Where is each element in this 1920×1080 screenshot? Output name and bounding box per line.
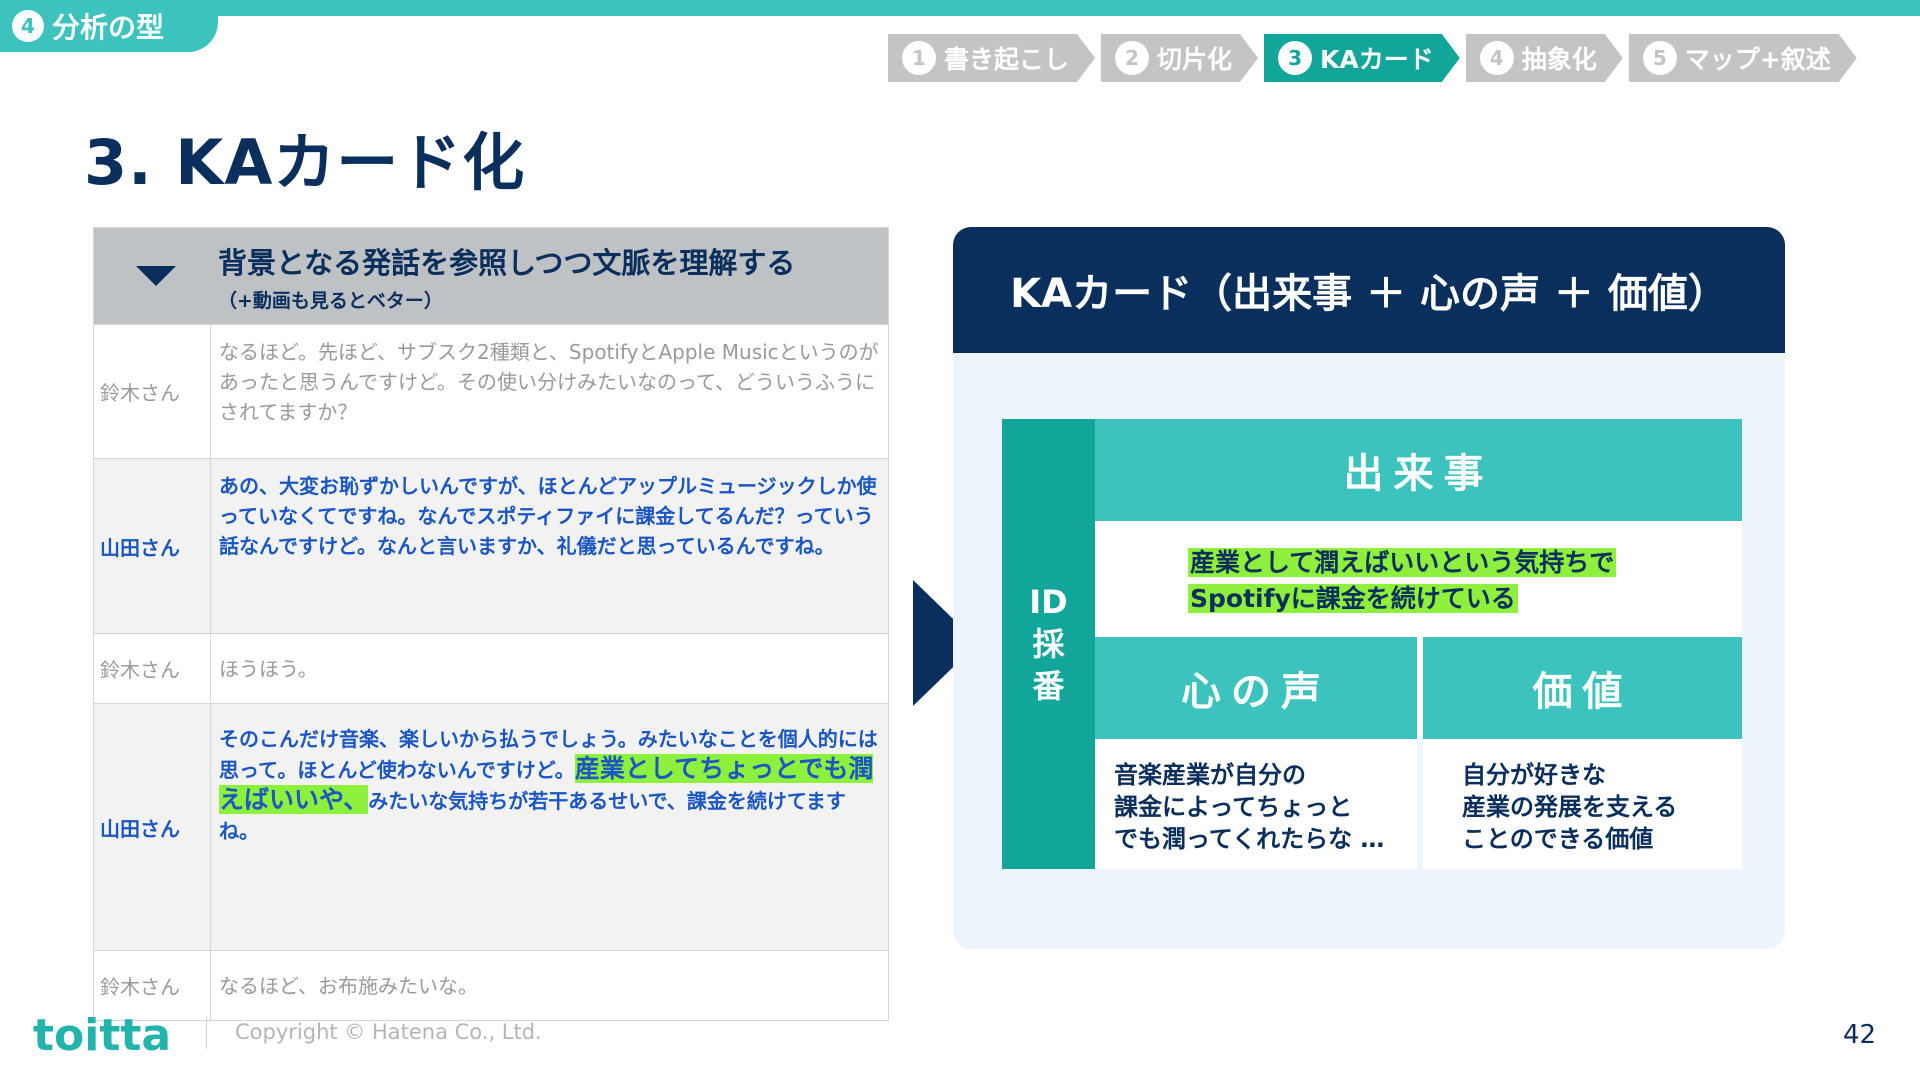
id-label-line: 採 (1032, 625, 1065, 663)
step-number: 2 (1115, 41, 1149, 75)
value-text: 自分が好きな 産業の発展を支える ことのできる価値 (1462, 761, 1678, 853)
utterance-text: なるほど、お布施みたいな。 (219, 973, 478, 998)
id-column: ID 採 番 (1002, 419, 1095, 869)
step-ka-card: 3 KAカード (1264, 34, 1460, 82)
event-text: 産業として潤えばいいという気持ちで Spotifyに課金を続けている (1188, 545, 1617, 617)
inner-voice-text: 音楽産業が自分の 課金によってちょっと でも潤ってくれたらな … (1114, 761, 1385, 853)
speaker-name: 山田さん (94, 704, 211, 950)
ka-card-header: KAカード（出来事 ＋ 心の声 ＋ 価値） (953, 227, 1785, 353)
ka-card: ID 採 番 出来事 産業として潤えばいいという気持ちで Spotifyに課金を… (1002, 419, 1742, 869)
utterance-text: あの、大変お恥ずかしいんですが、ほとんどアップルミュージックしか使っていなくてで… (219, 474, 877, 558)
step-number: 1 (902, 41, 936, 75)
step-number: 3 (1278, 41, 1312, 75)
step-segmentation: 2 切片化 (1101, 34, 1258, 82)
step-label: 抽象化 (1521, 45, 1597, 74)
toitta-logo: toitta (33, 1010, 172, 1061)
step-indicator: 1 書き起こし 2 切片化 3 KAカード 4 抽象化 5 マップ+叙述 (888, 34, 1863, 82)
inner-voice-label: 心の声 (1095, 637, 1417, 739)
transcript-table: 背景となる発話を参照しつつ文脈を理解する （+動画も見るとベター） 鈴木さん な… (93, 227, 889, 1021)
top-strip (0, 0, 1920, 16)
speaker-name: 鈴木さん (94, 634, 211, 703)
table-row: 鈴木さん なるほど、お布施みたいな。 (94, 950, 888, 1020)
section-tab: 4 分析の型 (0, 0, 218, 52)
section-label: 分析の型 (52, 11, 165, 44)
ka-card-panel: KAカード（出来事 ＋ 心の声 ＋ 価値） ID 採 番 出来事 産業として潤え… (953, 227, 1785, 949)
step-label: KAカード (1320, 45, 1434, 74)
table-row: 鈴木さん なるほど。先ほど、サブスク2種類と、SpotifyとApple Mus… (94, 324, 888, 458)
divider (206, 1017, 207, 1049)
event-line: Spotifyに課金を続けている (1188, 584, 1518, 613)
transcript-header: 背景となる発話を参照しつつ文脈を理解する （+動画も見るとベター） (94, 228, 888, 324)
step-transcription: 1 書き起こし (888, 34, 1095, 82)
copyright: Copyright © Hatena Co., Ltd. (235, 1020, 542, 1044)
transcript-subheading: （+動画も見るとベター） (218, 289, 443, 312)
speaker-name: 鈴木さん (94, 325, 211, 458)
step-number: 4 (1480, 41, 1514, 75)
step-label: マップ+叙述 (1684, 45, 1831, 74)
value-label: 価値 (1423, 637, 1742, 739)
id-label-line: ID (1029, 583, 1068, 621)
step-number: 5 (1643, 41, 1677, 75)
id-label-line: 番 (1032, 667, 1065, 705)
table-row: 山田さん そのこんだけ音楽、楽しいから払うでしょう。みたいなことを個人的には思っ… (94, 703, 888, 950)
event-line: 産業として潤えばいいという気持ちで (1188, 548, 1617, 577)
step-map-narrative: 5 マップ+叙述 (1629, 34, 1857, 82)
step-label: 書き起こし (944, 45, 1070, 74)
utterance-text: そのこんだけ音楽、楽しいから払うでしょう。みたいなことを個人的には思って。ほとん… (211, 704, 888, 950)
event-label: 出来事 (1095, 419, 1742, 521)
page-title: 3. KAカード化 (84, 126, 526, 199)
table-row: 鈴木さん ほうほう。 (94, 633, 888, 703)
section-number: 4 (12, 10, 44, 42)
utterance-text: なるほど。先ほど、サブスク2種類と、SpotifyとApple Musicという… (219, 340, 879, 424)
step-abstraction: 4 抽象化 (1466, 34, 1623, 82)
speaker-name: 山田さん (94, 459, 211, 633)
divider (1417, 737, 1423, 869)
triangle-down-icon (136, 266, 176, 286)
utterance-text: ほうほう。 (219, 656, 318, 681)
transcript-heading: 背景となる発話を参照しつつ文脈を理解する (218, 245, 796, 280)
page-number: 42 (1843, 1020, 1877, 1050)
table-row: 山田さん あの、大変お恥ずかしいんですが、ほとんどアップルミュージックしか使って… (94, 458, 888, 633)
step-label: 切片化 (1157, 45, 1233, 74)
